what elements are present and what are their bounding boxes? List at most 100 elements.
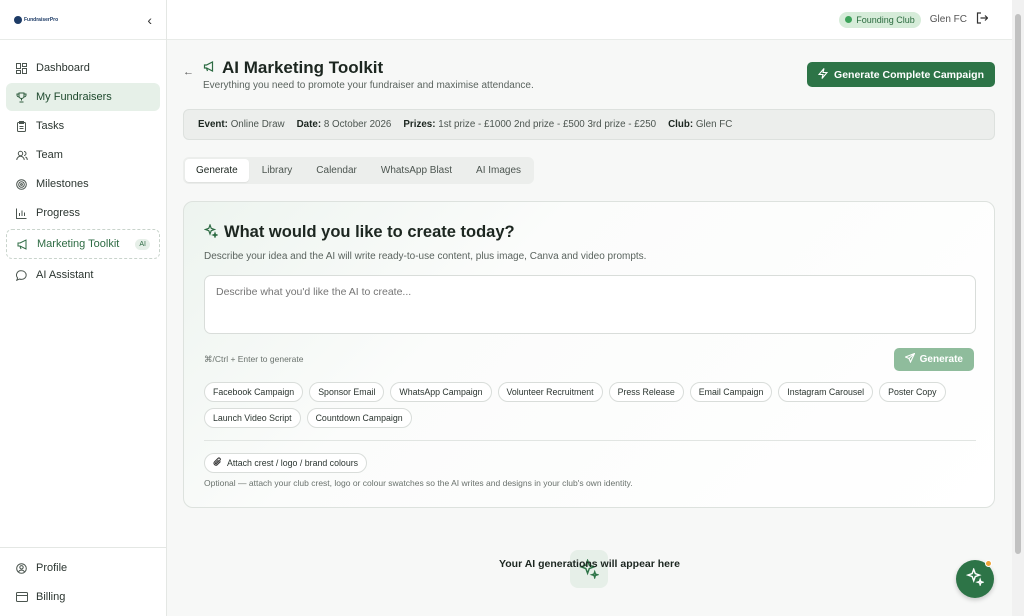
collapse-sidebar-icon[interactable]: ‹ bbox=[147, 12, 152, 28]
toolkit-tabs: Generate Library Calendar WhatsApp Blast… bbox=[183, 157, 535, 184]
generate-complete-campaign-label: Generate Complete Campaign bbox=[834, 68, 984, 81]
grid-icon bbox=[15, 62, 28, 75]
users-icon bbox=[15, 149, 28, 162]
club-label: Club: bbox=[668, 119, 694, 130]
logout-icon[interactable] bbox=[976, 12, 989, 27]
event-info: Event: Online Draw bbox=[198, 119, 285, 130]
chip-whatsapp-campaign[interactable]: WhatsApp Campaign bbox=[390, 382, 492, 402]
attach-help-text: Optional — attach your club crest, logo … bbox=[204, 478, 633, 488]
sidebar-item-my-fundraisers[interactable]: My Fundraisers bbox=[6, 83, 160, 111]
megaphone-icon bbox=[203, 61, 216, 75]
trophy-icon bbox=[15, 91, 28, 104]
attach-brand-button[interactable]: Attach crest / logo / brand colours bbox=[204, 453, 368, 473]
title-wrap: AI Marketing Toolkit Everything you need… bbox=[203, 58, 534, 91]
scrollbar-thumb[interactable] bbox=[1015, 14, 1021, 554]
event-summary-bar: Event: Online Draw Date: 8 October 2026 … bbox=[183, 109, 995, 140]
clipboard-icon bbox=[15, 120, 28, 133]
sidebar-item-label: Billing bbox=[36, 591, 66, 603]
user-circle-icon bbox=[15, 562, 28, 575]
sidebar-item-billing[interactable]: Billing bbox=[6, 583, 160, 611]
chip-sponsor-email[interactable]: Sponsor Email bbox=[309, 382, 385, 402]
top-bar: Founding Club Glen FC bbox=[167, 0, 1012, 40]
sidebar-item-ai-assistant[interactable]: AI Assistant bbox=[6, 261, 160, 289]
card-title: What would you like to create today? bbox=[203, 223, 515, 242]
generate-card: What would you like to create today? Des… bbox=[183, 201, 995, 508]
chat-icon bbox=[15, 269, 28, 282]
page-subtitle: Everything you need to promote your fund… bbox=[203, 80, 534, 91]
status-dot-icon bbox=[845, 16, 853, 23]
chip-countdown-campaign[interactable]: Countdown Campaign bbox=[306, 408, 412, 428]
card-icon bbox=[15, 591, 28, 604]
generate-label: Generate bbox=[919, 354, 963, 365]
logo-row: FundraiserPro ‹ bbox=[0, 0, 166, 40]
tab-whatsapp-blast[interactable]: WhatsApp Blast bbox=[370, 159, 463, 182]
sparkle-icon bbox=[203, 223, 219, 241]
chip-poster-copy[interactable]: Poster Copy bbox=[879, 382, 946, 402]
sidebar-item-label: Dashboard bbox=[36, 62, 90, 74]
sparkle-icon bbox=[965, 566, 985, 591]
bar-chart-icon bbox=[15, 207, 28, 220]
chip-email-campaign[interactable]: Email Campaign bbox=[689, 382, 773, 402]
sidebar-item-label: Tasks bbox=[36, 120, 65, 132]
founding-club-badge: Founding Club bbox=[839, 11, 921, 28]
sidebar-item-label: AI Assistant bbox=[36, 269, 94, 281]
megaphone-icon bbox=[16, 238, 29, 251]
target-icon bbox=[15, 178, 28, 191]
chip-volunteer-recruitment[interactable]: Volunteer Recruitment bbox=[497, 382, 603, 402]
sidebar-item-marketing-toolkit[interactable]: Marketing Toolkit AI bbox=[6, 229, 160, 259]
sidebar-item-progress[interactable]: Progress bbox=[6, 199, 160, 227]
sidebar-item-label: Profile bbox=[36, 562, 68, 574]
ai-badge: AI bbox=[135, 238, 150, 250]
sidebar-nav: Dashboard My Fundraisers Tasks Team Mile… bbox=[0, 40, 166, 289]
paperclip-icon bbox=[213, 457, 222, 469]
send-icon bbox=[903, 352, 916, 366]
sidebar-item-label: My Fundraisers bbox=[36, 91, 112, 103]
card-title-text: What would you like to create today? bbox=[224, 223, 515, 241]
prizes-value: 1st prize - £1000 2nd prize - £500 3rd p… bbox=[438, 119, 657, 130]
club-name[interactable]: Glen FC bbox=[930, 14, 967, 25]
card-description: Describe your idea and the AI will write… bbox=[204, 251, 647, 262]
chip-instagram-carousel[interactable]: Instagram Carousel bbox=[778, 382, 874, 402]
tab-library[interactable]: Library bbox=[251, 159, 304, 182]
chip-press-release[interactable]: Press Release bbox=[608, 382, 684, 402]
lightning-icon bbox=[817, 67, 829, 82]
page-title: AI Marketing Toolkit bbox=[203, 58, 534, 78]
chip-launch-video-script[interactable]: Launch Video Script bbox=[204, 408, 301, 428]
tab-ai-images[interactable]: AI Images bbox=[465, 159, 532, 182]
sidebar-item-tasks[interactable]: Tasks bbox=[6, 112, 160, 140]
logo-text: FundraiserPro bbox=[24, 16, 59, 23]
sidebar-bottom: Profile Billing bbox=[0, 547, 166, 616]
prompt-input[interactable] bbox=[204, 275, 976, 334]
scrollbar[interactable] bbox=[1012, 0, 1024, 616]
divider bbox=[204, 440, 976, 441]
date-value: 8 October 2026 bbox=[323, 119, 392, 130]
prizes-label: Prizes: bbox=[403, 119, 436, 130]
attach-label: Attach crest / logo / brand colours bbox=[227, 458, 359, 468]
sidebar-item-label: Team bbox=[36, 149, 63, 161]
generate-button[interactable]: Generate bbox=[893, 348, 974, 371]
template-chips: Facebook Campaign Sponsor Email WhatsApp… bbox=[204, 382, 976, 428]
date-info: Date: 8 October 2026 bbox=[297, 119, 392, 130]
back-arrow-icon[interactable]: ← bbox=[183, 66, 194, 78]
generate-complete-campaign-button[interactable]: Generate Complete Campaign bbox=[807, 62, 995, 87]
tab-generate[interactable]: Generate bbox=[185, 159, 249, 182]
notification-dot bbox=[985, 560, 992, 567]
shortcut-hint: ⌘/Ctrl + Enter to generate bbox=[204, 354, 304, 364]
event-label: Event: bbox=[198, 119, 228, 130]
sidebar-item-profile[interactable]: Profile bbox=[6, 554, 160, 582]
sidebar-item-milestones[interactable]: Milestones bbox=[6, 170, 160, 198]
sidebar-item-label: Marketing Toolkit bbox=[37, 238, 120, 250]
founding-club-label: Founding Club bbox=[856, 14, 915, 25]
event-value: Online Draw bbox=[230, 119, 285, 130]
sidebar-item-label: Progress bbox=[36, 207, 81, 219]
chip-facebook-campaign[interactable]: Facebook Campaign bbox=[204, 382, 304, 402]
sidebar-item-team[interactable]: Team bbox=[6, 141, 160, 169]
club-info: Club: Glen FC bbox=[668, 119, 732, 130]
date-label: Date: bbox=[296, 119, 322, 130]
app-logo[interactable]: FundraiserPro bbox=[14, 15, 59, 24]
sidebar-item-dashboard[interactable]: Dashboard bbox=[6, 54, 160, 82]
sidebar: FundraiserPro ‹ Dashboard My Fundraisers… bbox=[0, 0, 167, 616]
prizes-info: Prizes: 1st prize - £1000 2nd prize - £5… bbox=[403, 119, 656, 130]
ai-assistant-fab[interactable] bbox=[956, 560, 994, 598]
tab-calendar[interactable]: Calendar bbox=[305, 159, 368, 182]
